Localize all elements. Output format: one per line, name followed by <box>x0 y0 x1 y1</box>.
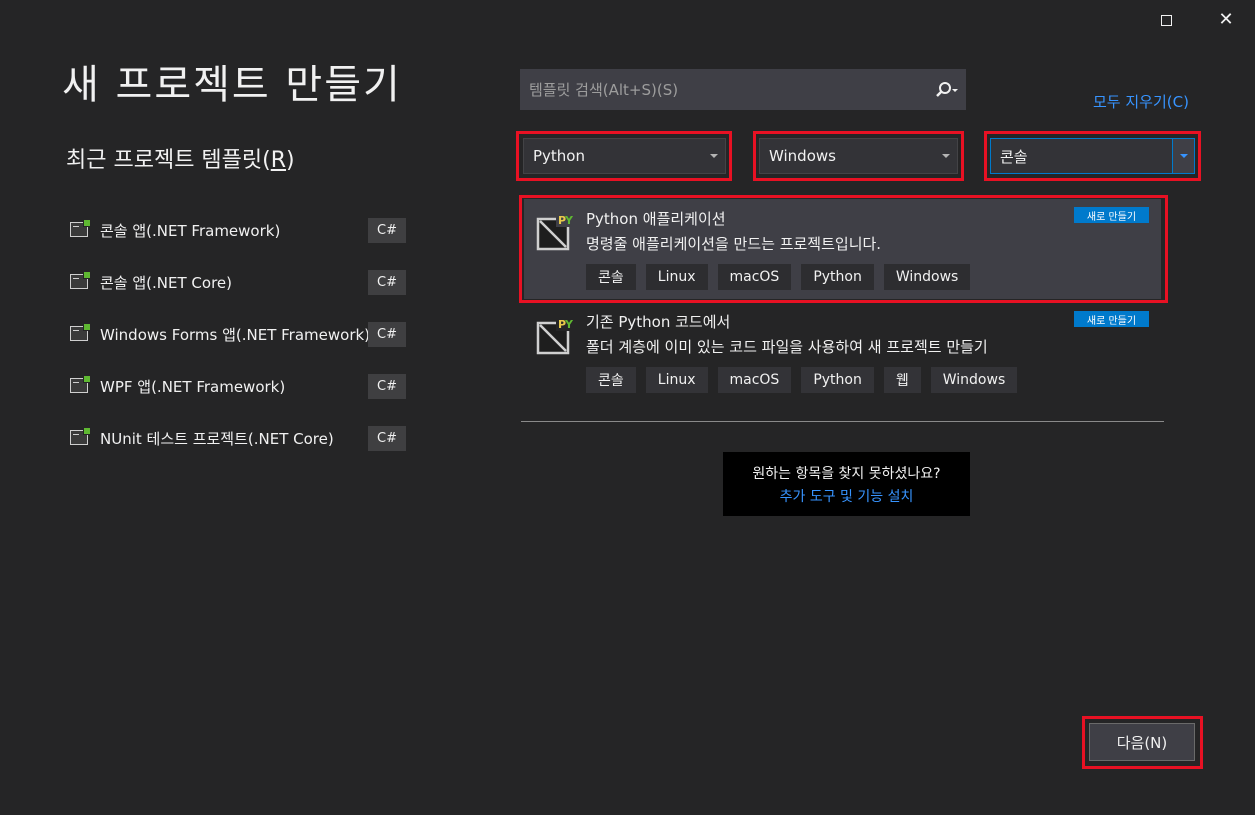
recent-item-label: 콘솔 앱(.NET Framework) <box>100 221 281 240</box>
recent-heading-close: ) <box>286 148 295 173</box>
recent-item-label: 콘솔 앱(.NET Core) <box>100 273 232 292</box>
template-title: Python 애플리케이션 <box>586 210 726 228</box>
platform-filter-dropdown[interactable]: Windows <box>759 138 958 174</box>
tag: Python <box>801 264 874 290</box>
search-icon <box>936 81 958 97</box>
template-from-existing-python-code[interactable]: P Y 기존 Python 코드에서 폴더 계층에 이미 있는 코드 파일을 사… <box>524 303 1161 403</box>
maximize-icon <box>1160 14 1172 26</box>
python-project-icon: P Y <box>536 213 574 251</box>
recent-heading-mnemonic: R <box>270 148 287 173</box>
not-found-panel: 원하는 항목을 찾지 못하셨나요? 추가 도구 및 기능 설치 <box>723 452 970 516</box>
divider <box>521 421 1164 422</box>
template-tags: 콘솔 Linux macOS Python 웹 Windows <box>586 367 1018 393</box>
template-search-input[interactable] <box>520 69 926 110</box>
language-badge: C# <box>368 374 406 399</box>
tag: 콘솔 <box>586 367 636 393</box>
project-type-filter-dropdown[interactable]: 콘솔 <box>990 138 1195 174</box>
tag: Linux <box>645 367 708 393</box>
recent-item-console-netcore[interactable]: 콘솔 앱(.NET Core) C# <box>66 256 416 308</box>
close-button[interactable]: ✕ <box>1198 0 1254 40</box>
recent-templates-list: 콘솔 앱(.NET Framework) C# 콘솔 앱(.NET Core) … <box>66 204 416 464</box>
new-badge: 새로 만들기 <box>1074 311 1149 327</box>
language-badge: C# <box>368 218 406 243</box>
recent-item-label: Windows Forms 앱(.NET Framework) <box>100 325 371 344</box>
wpf-icon <box>69 375 91 397</box>
recent-item-wpf[interactable]: WPF 앱(.NET Framework) C# <box>66 360 416 412</box>
language-badge: C# <box>368 426 406 451</box>
recent-item-console-netfx[interactable]: 콘솔 앱(.NET Framework) C# <box>66 204 416 256</box>
recent-item-winforms[interactable]: Windows Forms 앱(.NET Framework) C# <box>66 308 416 360</box>
chevron-down-icon <box>703 139 725 173</box>
svg-text:Y: Y <box>564 318 574 331</box>
console-app-icon <box>69 271 91 293</box>
tag: Windows <box>930 367 1018 393</box>
language-filter-value: Python <box>533 147 585 165</box>
recent-heading-text: 최근 프로젝트 템플릿( <box>66 148 271 173</box>
tag: 콘솔 <box>586 264 636 290</box>
language-badge: C# <box>368 322 406 347</box>
new-badge: 새로 만들기 <box>1074 207 1149 223</box>
template-python-application[interactable]: P Y Python 애플리케이션 명령줄 애플리케이션을 만드는 프로젝트입니… <box>524 199 1161 299</box>
template-description: 명령줄 애플리케이션을 만드는 프로젝트입니다. <box>586 235 882 253</box>
template-description: 폴더 계층에 이미 있는 코드 파일을 사용하여 새 프로젝트 만들기 <box>586 338 988 356</box>
tag: Python <box>801 367 874 393</box>
next-button[interactable]: 다음(N) <box>1089 723 1195 761</box>
python-project-icon: P Y <box>536 317 574 355</box>
recent-item-nunit[interactable]: NUnit 테스트 프로젝트(.NET Core) C# <box>66 412 416 464</box>
nunit-icon <box>69 427 91 449</box>
create-project-window: ✕ 새 프로젝트 만들기 최근 프로젝트 템플릿(R) 콘솔 앱(.NET Fr… <box>0 0 1255 815</box>
svg-text:Y: Y <box>564 214 574 227</box>
recent-templates-heading: 최근 프로젝트 템플릿(R) <box>66 142 295 174</box>
console-app-icon <box>69 219 91 241</box>
language-filter-dropdown[interactable]: Python <box>523 138 726 174</box>
tag: macOS <box>717 367 792 393</box>
clear-all-link[interactable]: 모두 지우기(C) <box>1093 91 1189 112</box>
tag: macOS <box>717 264 792 290</box>
chevron-down-icon <box>1172 139 1194 173</box>
template-tags: 콘솔 Linux macOS Python Windows <box>586 264 971 290</box>
template-search-box <box>520 69 966 110</box>
tag: 웹 <box>883 367 921 393</box>
page-title: 새 프로젝트 만들기 <box>62 62 402 108</box>
template-title: 기존 Python 코드에서 <box>586 313 731 331</box>
language-badge: C# <box>368 270 406 295</box>
not-found-question: 원하는 항목을 찾지 못하셨나요? <box>752 465 941 482</box>
install-tools-link[interactable]: 추가 도구 및 기능 설치 <box>780 486 914 506</box>
project-type-filter-value: 콘솔 <box>1000 147 1028 166</box>
maximize-button[interactable] <box>1138 0 1194 40</box>
search-button[interactable] <box>926 69 966 110</box>
chevron-down-icon <box>935 139 957 173</box>
tag: Windows <box>883 264 971 290</box>
tag: Linux <box>645 264 708 290</box>
winforms-icon <box>69 323 91 345</box>
platform-filter-value: Windows <box>769 147 836 165</box>
close-icon: ✕ <box>1218 9 1234 30</box>
recent-item-label: NUnit 테스트 프로젝트(.NET Core) <box>100 429 334 448</box>
recent-item-label: WPF 앱(.NET Framework) <box>100 377 286 396</box>
